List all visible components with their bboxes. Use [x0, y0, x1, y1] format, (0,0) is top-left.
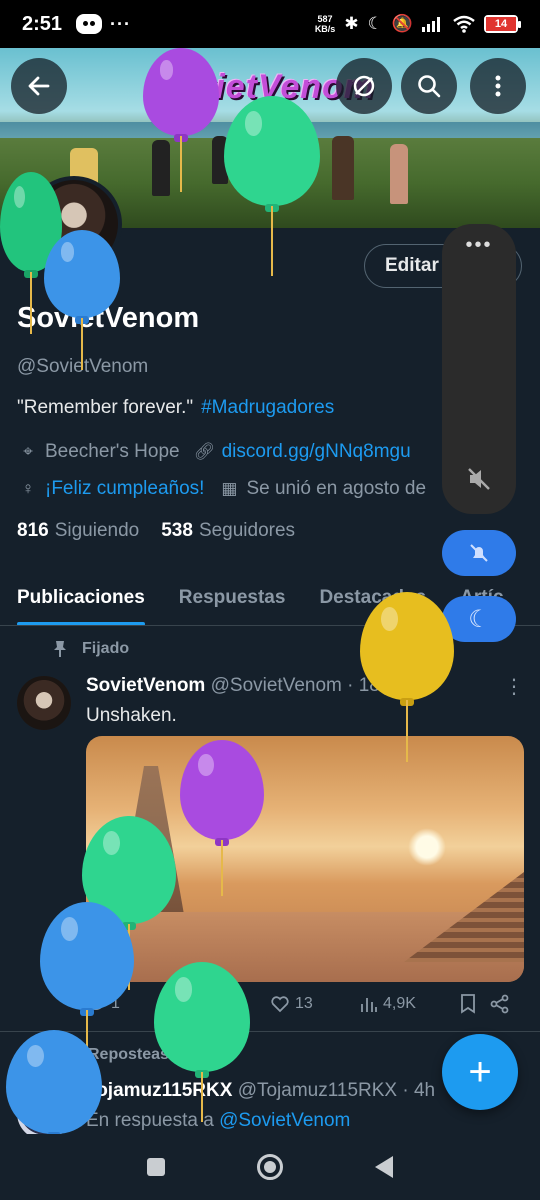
ring-mute-toggle[interactable]	[442, 530, 516, 576]
bookmark-button[interactable]	[460, 994, 490, 1014]
bar-chart-icon	[361, 998, 377, 1012]
reply-prefix: En respuesta a	[86, 1110, 214, 1131]
like-count: 13	[295, 995, 313, 1012]
system-nav-bar	[0, 1134, 540, 1200]
more-options-button[interactable]	[470, 58, 526, 114]
battery-icon: 14	[484, 15, 521, 33]
followers-label: Seguidores	[198, 520, 296, 541]
moon-icon: ☾	[468, 605, 490, 633]
followers-link[interactable]: 538 Seguidores	[161, 520, 295, 542]
speaker-muted-icon	[468, 468, 490, 490]
back-nav-button[interactable]	[375, 1156, 393, 1178]
location-pin-icon: ⌖	[23, 442, 33, 461]
banner-figure	[332, 136, 354, 200]
more-notifications-icon: ···	[110, 13, 132, 34]
share-icon	[490, 994, 509, 1014]
network-speed: 587 KB/s	[315, 14, 336, 34]
profile-joined: Se unió en agosto de	[246, 478, 427, 499]
signal-icon	[422, 17, 440, 32]
search-button[interactable]	[401, 58, 457, 114]
grok-icon	[353, 75, 375, 97]
follow-stats: 816 Siguiendo 538 Seguidores	[17, 520, 295, 542]
like-button[interactable]: 13	[270, 995, 360, 1013]
search-icon	[418, 75, 441, 98]
profile-location: Beecher's Hope	[45, 441, 180, 462]
bio-hashtag-link[interactable]: #Madrugadores	[201, 397, 334, 418]
tab-posts[interactable]: Publicaciones	[0, 570, 162, 625]
balloon-decoration	[143, 48, 219, 192]
arrow-left-icon	[28, 76, 50, 96]
reply-context: En respuesta a @SovietVenom	[86, 1110, 350, 1132]
following-link[interactable]: 816 Siguiendo	[17, 520, 139, 542]
view-count: 4,9K	[383, 995, 416, 1012]
battery-level: 14	[486, 17, 516, 31]
do-not-disturb-moon-icon: ☾	[367, 14, 383, 33]
tab-replies[interactable]: Respuestas	[162, 570, 303, 625]
grok-button[interactable]	[336, 58, 392, 114]
bio-text: "Remember forever."	[17, 397, 194, 418]
post2-author-name[interactable]: Tojamuz115RKX	[86, 1080, 232, 1101]
banner-figure	[152, 140, 170, 196]
views-button[interactable]: 4,9K	[360, 995, 460, 1013]
reply-handle-link[interactable]: @SovietVenom	[219, 1110, 350, 1131]
balloon-decoration	[6, 1030, 102, 1140]
profile-website-link[interactable]: discord.gg/gNNq8mgu	[222, 441, 411, 463]
birthday-link[interactable]: ¡Feliz cumpleaños!	[45, 478, 204, 500]
volume-muted-icon[interactable]	[442, 466, 516, 499]
dnd-toggle[interactable]: ☾	[442, 596, 516, 642]
vertical-dots-icon	[495, 75, 501, 97]
balloon-decoration	[360, 592, 454, 762]
discord-notification-icon	[76, 14, 103, 34]
profile-meta-row-2: ♀ ¡Feliz cumpleaños! ▦ Se unió en agosto…	[17, 478, 426, 500]
post-divider	[0, 1031, 540, 1032]
following-label: Siguiendo	[54, 520, 140, 541]
bluetooth-icon: ✱	[344, 14, 359, 33]
pinned-indicator: Fijado	[52, 640, 129, 658]
balloon-decoration	[44, 230, 120, 370]
post2-header: Tojamuz115RKX @Tojamuz115RKX · 4h	[86, 1080, 435, 1102]
back-button[interactable]	[11, 58, 67, 114]
bell-off-icon	[470, 544, 488, 562]
balloon-birthday-icon: ♀	[21, 479, 35, 498]
link-icon: 🔗︎	[193, 442, 216, 461]
balloon-decoration	[154, 962, 250, 1122]
following-count: 816	[17, 520, 49, 541]
post-author-name[interactable]: SovietVenom	[86, 675, 205, 696]
volume-panel[interactable]: •••	[442, 224, 516, 514]
balloon-decoration	[40, 902, 134, 1050]
followers-count: 538	[161, 520, 193, 541]
banner-figure	[390, 144, 408, 204]
post-more-button[interactable]: ⋮	[504, 674, 524, 699]
calendar-icon: ▦	[221, 479, 238, 498]
muted-bell-icon: 🔕	[391, 14, 413, 33]
wifi-icon	[453, 15, 475, 33]
pin-icon	[54, 641, 66, 657]
pinned-label: Fijado	[82, 640, 130, 657]
post2-author-meta: @Tojamuz115RKX · 4h	[237, 1080, 436, 1101]
home-button[interactable]	[257, 1154, 283, 1180]
post-author-avatar[interactable]	[17, 676, 71, 730]
network-speed-unit: KB/s	[314, 24, 336, 34]
bookmark-icon	[461, 994, 475, 1014]
profile-meta-row-1: ⌖ Beecher's Hope 🔗︎ discord.gg/gNNq8mgu	[17, 441, 411, 463]
status-bar: 2:51 ··· 587 KB/s ✱ ☾ 🔕 14	[0, 0, 540, 48]
status-time: 2:51	[22, 12, 63, 35]
compose-post-button[interactable]: +	[442, 1034, 518, 1110]
image-sun	[408, 828, 446, 866]
recents-button[interactable]	[147, 1158, 165, 1176]
heart-icon	[271, 996, 289, 1013]
share-button[interactable]	[490, 994, 516, 1014]
volume-settings-dots-icon[interactable]: •••	[442, 234, 516, 257]
post-text: Unshaken.	[86, 705, 177, 726]
balloon-decoration	[180, 740, 264, 896]
profile-bio: "Remember forever." #Madrugadores	[17, 397, 334, 419]
balloon-decoration	[224, 96, 320, 276]
post-actions: 1 13 4,9K	[86, 994, 516, 1014]
network-speed-value: 587	[317, 14, 333, 24]
